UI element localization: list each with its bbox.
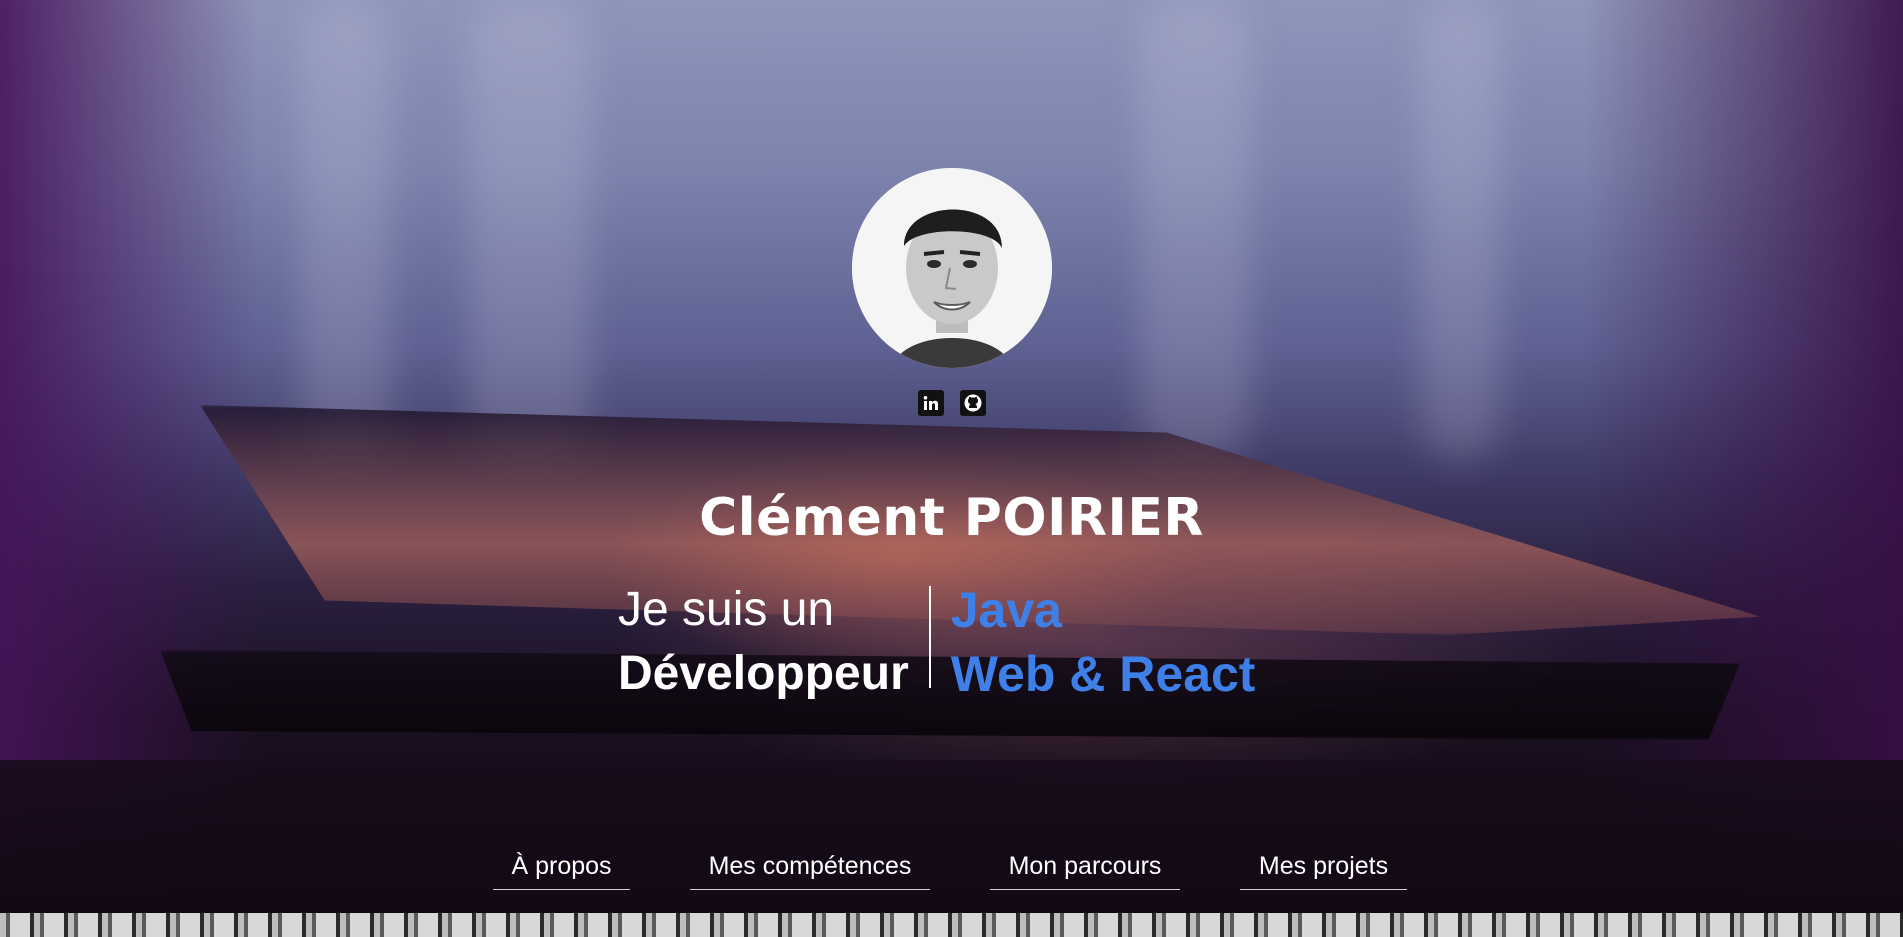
social-links	[918, 390, 986, 416]
nav-item-projects[interactable]: Mes projets	[1240, 852, 1407, 890]
avatar-portrait	[852, 168, 1052, 368]
background-light-streak	[470, 0, 590, 460]
background-light-streak	[1420, 0, 1500, 460]
nav-item-about[interactable]: À propos	[493, 852, 630, 890]
tagline-intro: Je suis un Développeur	[618, 578, 929, 706]
avatar	[852, 168, 1052, 368]
hero-section: Clément POIRIER Je suis un Développeur J…	[0, 0, 1903, 913]
background-light-streak	[300, 0, 390, 460]
tagline-roles: Java Web & React	[931, 578, 1256, 706]
tagline-role-2: Web & React	[950, 646, 1256, 702]
table-background	[0, 760, 1903, 913]
linkedin-icon	[923, 396, 938, 410]
profile-name: Clément POIRIER	[699, 488, 1204, 548]
github-icon	[964, 394, 982, 412]
tagline-line-1: Je suis un	[618, 583, 835, 636]
background-light-streak	[1140, 0, 1250, 460]
linkedin-link[interactable]	[918, 390, 944, 416]
nav-item-career[interactable]: Mon parcours	[990, 852, 1180, 890]
section-nav: À propos Mes compétences Mon parcours Me…	[493, 852, 1407, 890]
next-section-preview	[0, 913, 1903, 937]
tagline-role-1: Java	[950, 582, 1062, 638]
nav-item-skills[interactable]: Mes compétences	[690, 852, 930, 890]
tagline: Je suis un Développeur Java Web & React	[618, 578, 1255, 706]
github-link[interactable]	[960, 390, 986, 416]
tagline-line-2: Développeur	[618, 647, 909, 700]
